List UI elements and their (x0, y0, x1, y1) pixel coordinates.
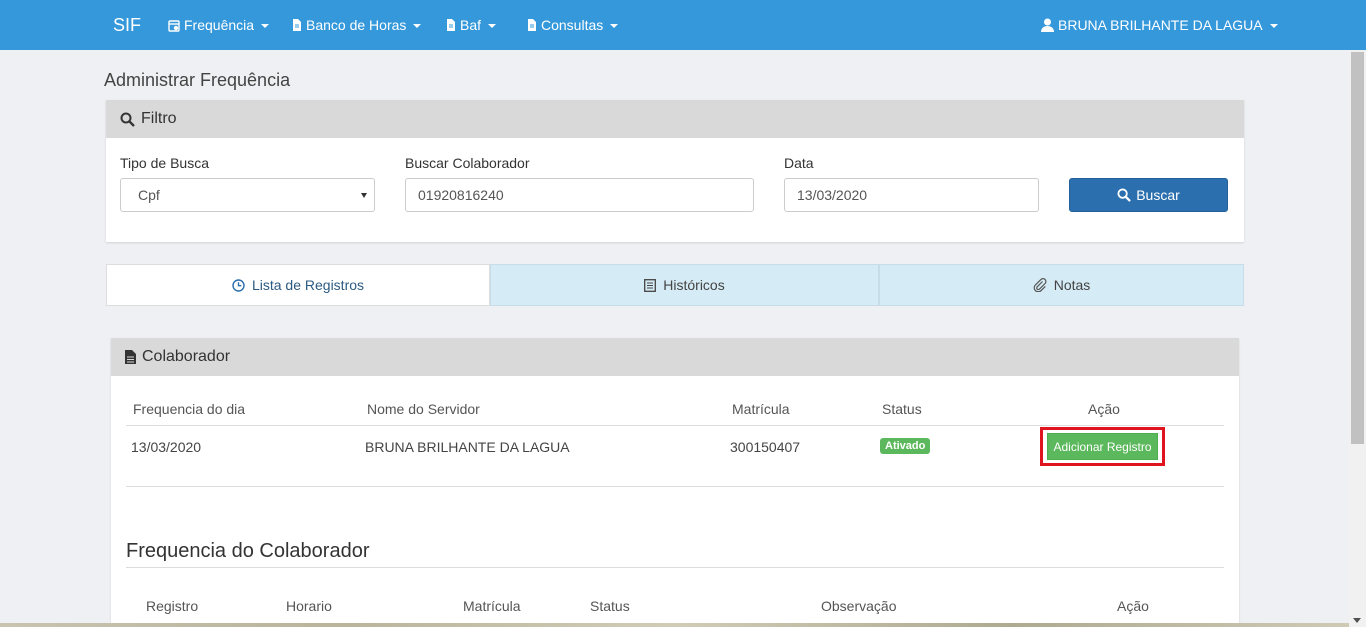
nav-menu-label: Baf (460, 17, 482, 33)
adicionar-registro-label: Adicionar Registro (1053, 439, 1152, 454)
tab-historicos[interactable]: Históricos (490, 264, 879, 306)
caret-down-icon (610, 24, 619, 28)
nav-menu-frequencia[interactable]: Frequência (168, 17, 270, 33)
calendar-clock-icon (168, 19, 180, 32)
nav-menu-baf[interactable]: Baf (446, 17, 497, 33)
user-menu[interactable]: BRUNA BRILHANTE DA LAGUA (1041, 17, 1278, 33)
column-header: Matrícula (463, 598, 521, 614)
tab-label: Históricos (663, 277, 725, 293)
document-icon (293, 19, 301, 31)
tipo-de-busca-label: Tipo de Busca (120, 155, 209, 171)
filter-heading-label: Filtro (141, 110, 177, 127)
data-value: 13/03/2020 (797, 187, 868, 203)
data-input[interactable]: 13/03/2020 (784, 178, 1039, 212)
tab-label: Notas (1053, 277, 1091, 293)
buscar-button-label: Buscar (1136, 187, 1180, 203)
cell-matricula: 300150407 (730, 439, 801, 455)
buscar-colaborador-input[interactable]: 01920816240 (405, 178, 754, 212)
search-icon (1117, 188, 1132, 202)
document-icon (125, 350, 136, 364)
nav-menu-banco-de-horas[interactable]: Banco de Horas (292, 17, 422, 33)
table-divider (126, 486, 1224, 487)
scrollbar-thumb[interactable] (1351, 52, 1364, 444)
data-label: Data (784, 155, 814, 171)
select-arrow-icon (361, 193, 367, 198)
column-header: Ação (1117, 598, 1149, 614)
search-icon (120, 112, 135, 127)
cell-name: BRUNA BRILHANTE DA LAGUA (365, 439, 570, 455)
page-title: Administrar Frequência (104, 70, 291, 90)
buscar-colaborador-label: Buscar Colaborador (405, 155, 530, 171)
column-header: Matrícula (732, 401, 790, 417)
column-header: Status (590, 598, 630, 614)
column-header: Registro (146, 598, 199, 614)
caret-down-icon (261, 24, 270, 28)
cell-date: 13/03/2020 (131, 439, 202, 455)
nav-menu-label: Frequência (184, 17, 255, 33)
column-header: Nome do Servidor (367, 401, 480, 417)
clock-icon (232, 278, 245, 292)
bottom-edge-strip (0, 623, 1349, 627)
user-icon (1041, 18, 1054, 32)
document-icon (447, 19, 455, 31)
caret-down-icon (413, 24, 422, 28)
nav-menu-consultas[interactable]: Consultas (527, 17, 619, 33)
caret-down-icon (1269, 24, 1278, 28)
caret-down-icon (488, 24, 497, 28)
column-header: Ação (1088, 401, 1120, 417)
nav-menu-label: Consultas (541, 17, 604, 33)
list-icon (644, 278, 657, 292)
tab-lista-de-registros[interactable]: Lista de Registros (106, 264, 490, 306)
buscar-colaborador-value: 01920816240 (418, 187, 504, 203)
column-header: Frequencia do dia (133, 401, 246, 417)
section-divider (126, 567, 1224, 568)
column-header: Status (882, 401, 922, 417)
tipo-de-busca-value: Cpf (138, 187, 160, 203)
column-header: Horario (286, 598, 332, 614)
vertical-scrollbar[interactable] (1349, 50, 1366, 627)
tab-notas[interactable]: Notas (879, 264, 1244, 306)
highlight-box: Adicionar Registro (1040, 427, 1165, 466)
brand-logo[interactable]: SIF (113, 15, 141, 36)
paperclip-icon (1033, 278, 1047, 292)
frequencia-section-title: Frequencia do Colaborador (126, 540, 370, 562)
filter-panel: Filtro Tipo de Busca Cpf Buscar Colabora… (106, 100, 1244, 242)
status-badge: Ativado (880, 438, 931, 454)
colaborador-panel-heading: Colaborador (111, 338, 1239, 376)
top-navbar: SIF Frequência Banco de Horas Baf Consul… (0, 0, 1366, 50)
user-name: BRUNA BRILHANTE DA LAGUA (1058, 17, 1263, 33)
nav-menu-label: Banco de Horas (306, 17, 407, 33)
scroll-down-arrow-icon[interactable] (1353, 618, 1361, 623)
colaborador-heading-label: Colaborador (142, 348, 231, 365)
adicionar-registro-button[interactable]: Adicionar Registro (1047, 433, 1158, 460)
filter-panel-heading: Filtro (106, 100, 1244, 138)
tipo-de-busca-select[interactable]: Cpf (120, 178, 375, 212)
table-divider (126, 425, 1224, 426)
colaborador-panel: Colaborador Frequencia do dia Nome do Se… (111, 338, 1239, 627)
tab-label: Lista de Registros (251, 277, 365, 293)
column-header: Observação (821, 598, 897, 614)
document-icon (528, 19, 536, 31)
buscar-button[interactable]: Buscar (1069, 178, 1228, 212)
